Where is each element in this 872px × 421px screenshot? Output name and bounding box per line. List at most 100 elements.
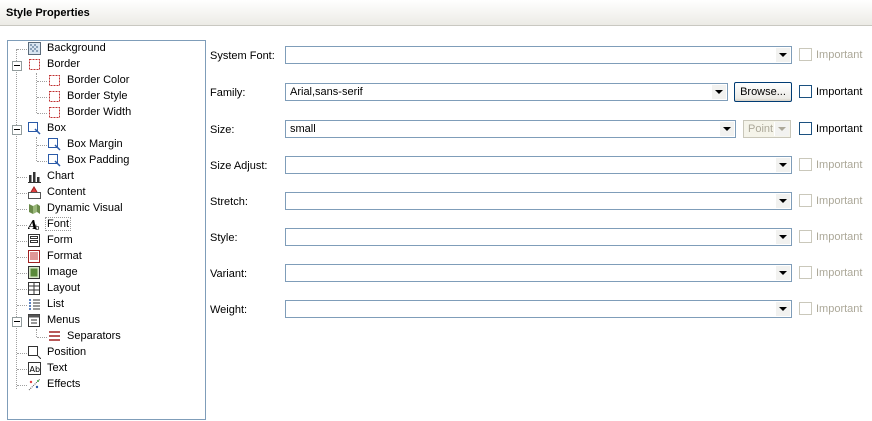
- tree-connector: [17, 385, 27, 386]
- tree-item-label: Effects: [47, 378, 81, 390]
- tree-item-text[interactable]: Ab Text: [8, 361, 203, 377]
- tree-item-chart[interactable]: Chart: [8, 169, 203, 185]
- tree-item-border-width[interactable]: Border Width: [8, 105, 203, 121]
- tree-item-label: Separators: [67, 330, 121, 342]
- tree-item-dynamic-visual[interactable]: Dynamic Visual: [8, 201, 203, 217]
- chevron-down-icon[interactable]: [719, 122, 734, 136]
- panel-title: Style Properties: [6, 7, 90, 19]
- tree-item-label: Background: [47, 42, 106, 54]
- box-icon: [28, 122, 41, 135]
- border-icon: [29, 59, 40, 70]
- tree-item-font[interactable]: A b Font: [8, 217, 203, 233]
- tree-connector: [17, 209, 27, 210]
- chart-icon: [28, 172, 41, 183]
- panel-title-bar: Style Properties: [0, 0, 872, 26]
- form-icon: [28, 234, 40, 247]
- system-font-select[interactable]: [285, 46, 792, 64]
- tree-item-list[interactable]: List: [8, 297, 203, 313]
- collapse-icon[interactable]: [12, 125, 22, 135]
- style-important-label: Important: [816, 231, 863, 243]
- chevron-down-icon[interactable]: [775, 158, 790, 172]
- size-important-label: Important: [816, 123, 863, 135]
- size-select[interactable]: small: [285, 120, 736, 138]
- tree-item-label: Font: [44, 217, 72, 231]
- tree-item-form[interactable]: Form: [8, 233, 203, 249]
- stretch-label: Stretch:: [210, 196, 248, 208]
- chevron-down-icon[interactable]: [774, 122, 789, 136]
- tree-item-label: List: [47, 298, 65, 310]
- box-margin-icon: [48, 138, 61, 151]
- menus-icon: [28, 314, 40, 327]
- size-adjust-important-label: Important: [816, 159, 863, 171]
- collapse-icon[interactable]: [12, 317, 22, 327]
- separators-icon: [49, 331, 60, 341]
- chevron-down-icon[interactable]: [775, 230, 790, 244]
- tree-item-content[interactable]: Content: [8, 185, 203, 201]
- tree-item-format[interactable]: Format: [8, 249, 203, 265]
- stretch-important-checkbox[interactable]: [799, 194, 812, 207]
- content-icon: [28, 186, 41, 199]
- style-important-checkbox[interactable]: [799, 230, 812, 243]
- tree-item-label: Position: [47, 346, 87, 358]
- system-font-label: System Font:: [210, 50, 275, 62]
- layout-icon: [28, 282, 40, 295]
- tree-item-layout[interactable]: Layout: [8, 281, 203, 297]
- tree-item-border[interactable]: Border: [8, 57, 203, 73]
- family-important-checkbox[interactable]: [799, 85, 812, 98]
- style-category-tree[interactable]: Background Border Border Color Border St…: [7, 40, 206, 420]
- tree-item-box-margin[interactable]: Box Margin: [8, 137, 203, 153]
- tree-connector: [37, 97, 47, 98]
- tree-item-border-color[interactable]: Border Color: [8, 73, 203, 89]
- tree-item-label: Border: [47, 58, 81, 70]
- variant-important-label: Important: [816, 267, 863, 279]
- font-icon: A b: [28, 218, 40, 231]
- family-value: Arial,sans-serif: [290, 86, 363, 98]
- border-style-icon: [49, 91, 60, 102]
- style-select[interactable]: [285, 228, 792, 246]
- format-icon: [28, 250, 40, 263]
- tree-connector: [17, 177, 27, 178]
- style-label: Style:: [210, 232, 238, 244]
- size-adjust-important-checkbox[interactable]: [799, 158, 812, 171]
- tree-connector: [17, 225, 27, 226]
- tree-item-label: Border Style: [67, 90, 128, 102]
- tree-connector: [17, 289, 27, 290]
- size-important-checkbox[interactable]: [799, 122, 812, 135]
- weight-important-checkbox[interactable]: [799, 302, 812, 315]
- tree-item-menus[interactable]: Menus: [8, 313, 203, 329]
- size-adjust-select[interactable]: [285, 156, 792, 174]
- tree-item-label: Box Padding: [67, 154, 130, 166]
- tree-item-label: Text: [47, 362, 68, 374]
- family-select[interactable]: Arial,sans-serif: [285, 83, 728, 101]
- browse-button[interactable]: Browse...: [734, 82, 792, 102]
- stretch-select[interactable]: [285, 192, 792, 210]
- tree-item-box[interactable]: Box: [8, 121, 203, 137]
- chevron-down-icon[interactable]: [775, 302, 790, 316]
- tree-connector: [17, 241, 27, 242]
- weight-important-label: Important: [816, 303, 863, 315]
- tree-item-effects[interactable]: Effects: [8, 377, 203, 393]
- tree-item-background[interactable]: Background: [8, 41, 203, 57]
- tree-connector: [17, 369, 27, 370]
- variant-label: Variant:: [210, 268, 248, 280]
- size-unit-select[interactable]: Point: [743, 120, 791, 138]
- tree-item-separators[interactable]: Separators: [8, 329, 203, 345]
- system-font-important-checkbox[interactable]: [799, 48, 812, 61]
- tree-item-label: Border Color: [67, 74, 130, 86]
- collapse-icon[interactable]: [12, 61, 22, 71]
- chevron-down-icon[interactable]: [775, 48, 790, 62]
- tree-item-label: Box Margin: [67, 138, 123, 150]
- tree-item-border-style[interactable]: Border Style: [8, 89, 203, 105]
- dynamic-visual-icon: [29, 204, 40, 214]
- tree-connector: [37, 161, 47, 162]
- chevron-down-icon[interactable]: [775, 266, 790, 280]
- chevron-down-icon[interactable]: [775, 194, 790, 208]
- weight-select[interactable]: [285, 300, 792, 318]
- chevron-down-icon[interactable]: [711, 85, 726, 99]
- tree-connector: [17, 257, 27, 258]
- tree-item-box-padding[interactable]: Box Padding: [8, 153, 203, 169]
- tree-item-position[interactable]: Position: [8, 345, 203, 361]
- variant-important-checkbox[interactable]: [799, 266, 812, 279]
- variant-select[interactable]: [285, 264, 792, 282]
- tree-item-image[interactable]: Image: [8, 265, 203, 281]
